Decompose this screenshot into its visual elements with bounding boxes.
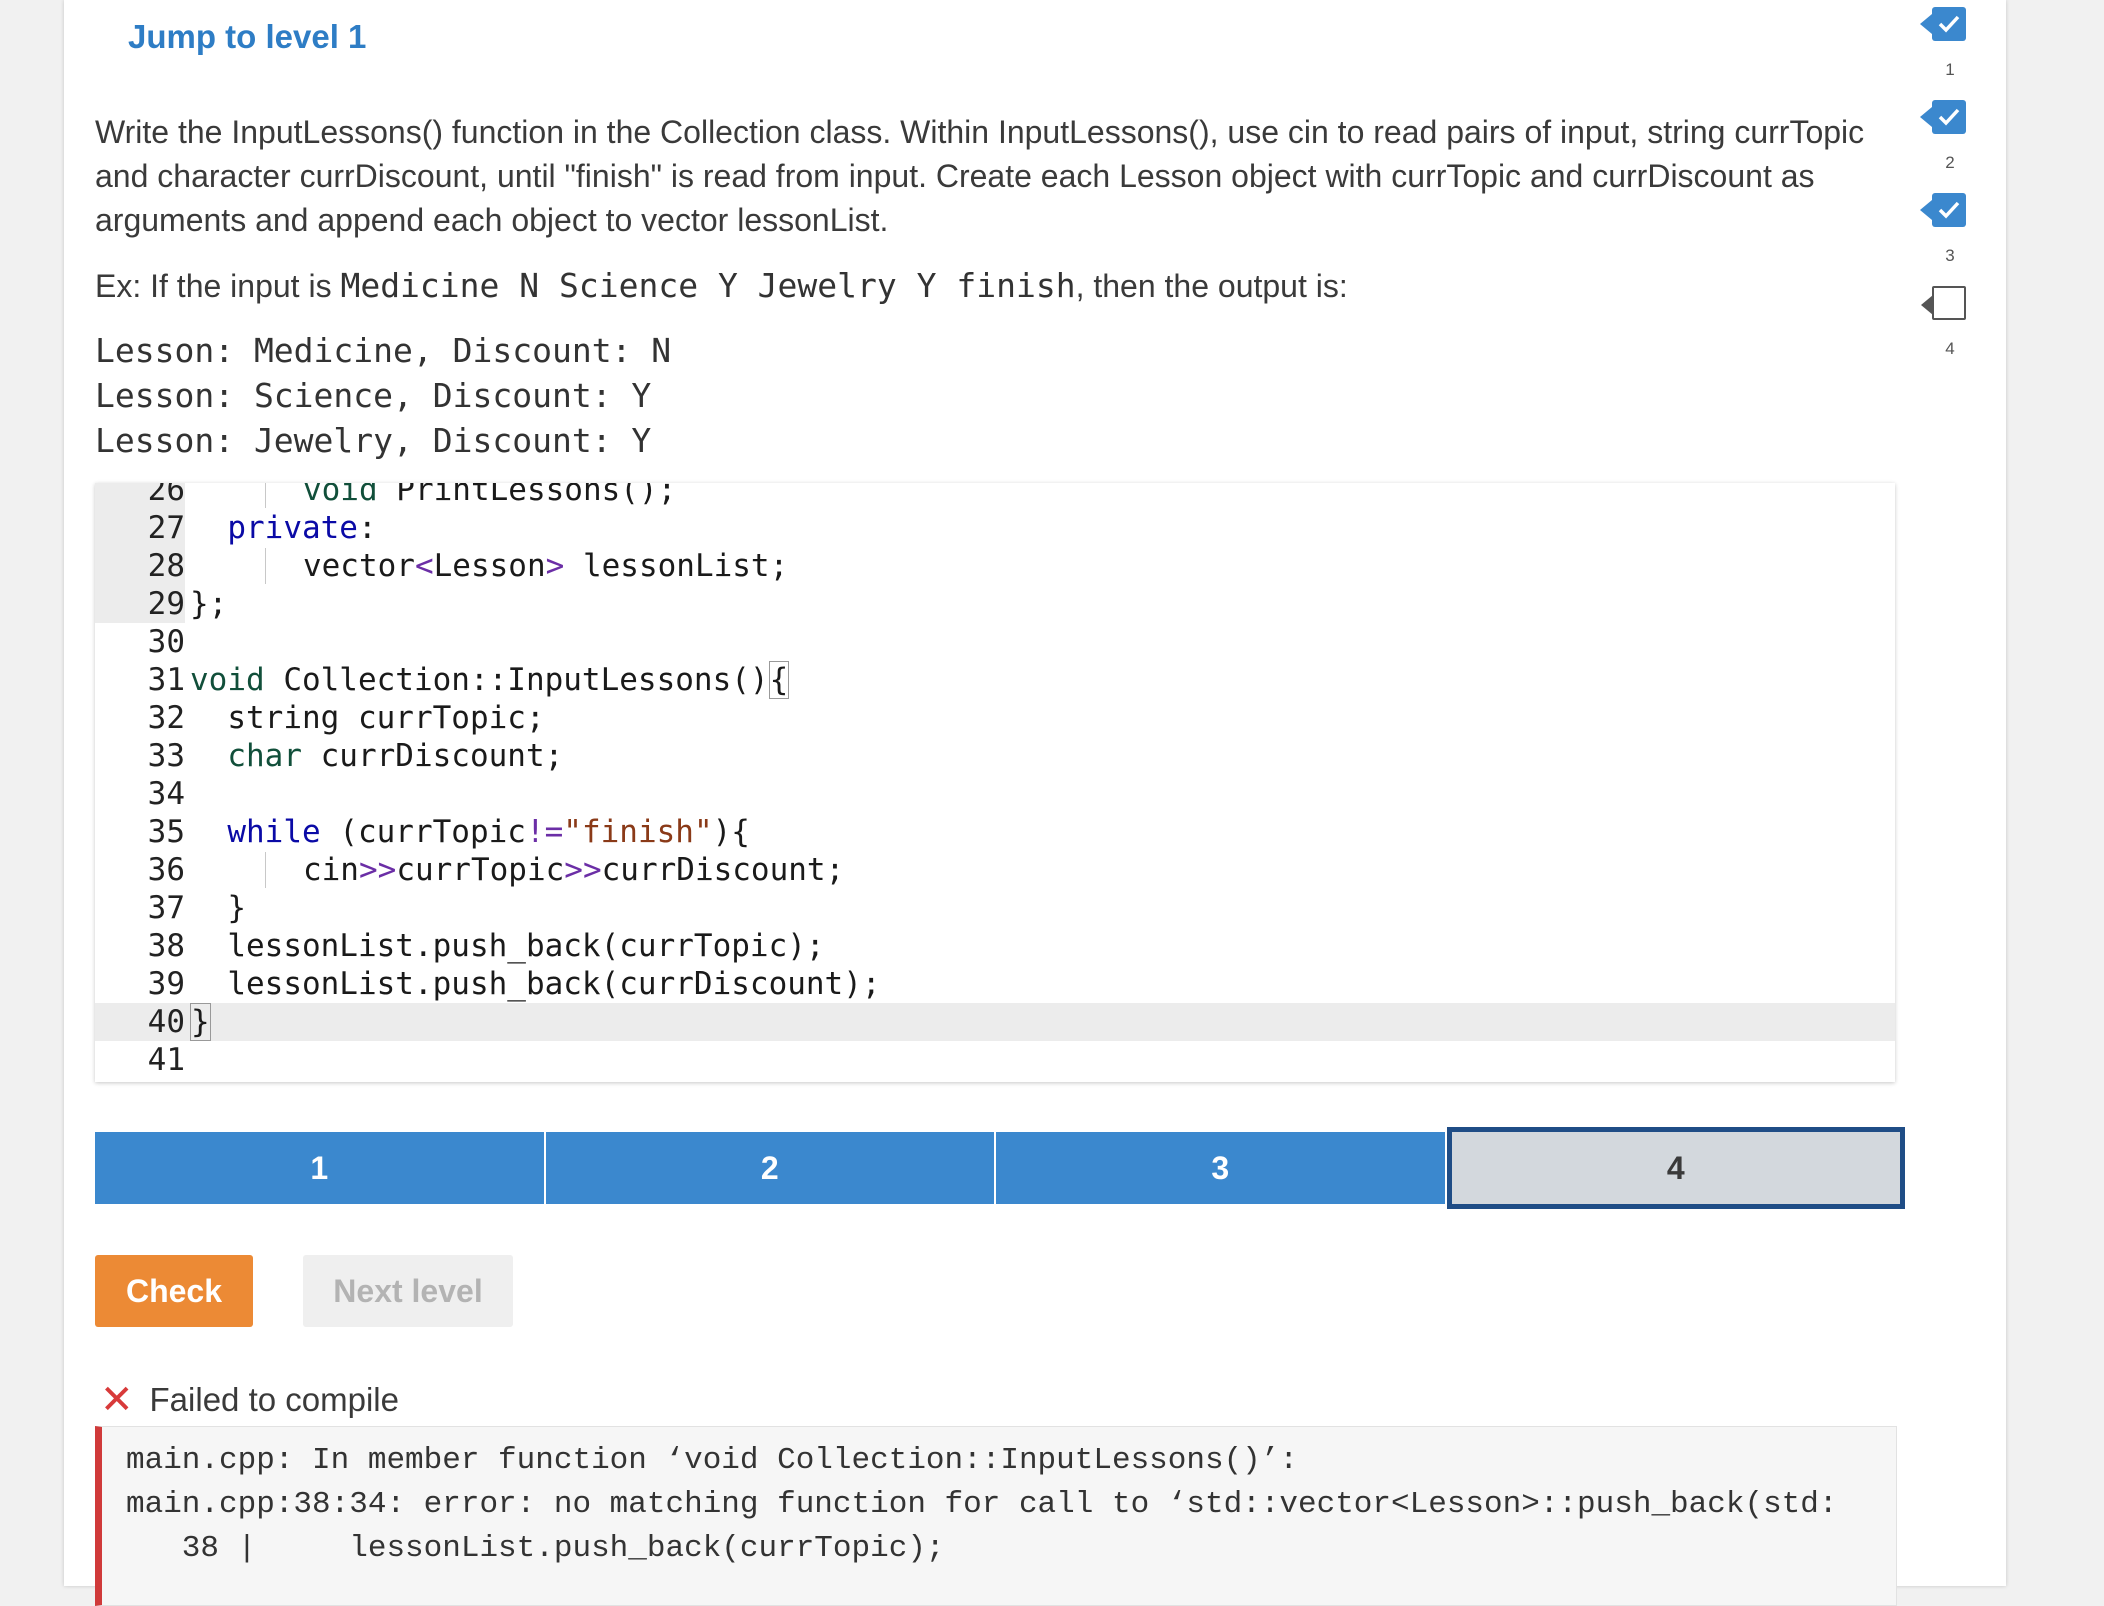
- instructions-text: Write the InputLessons() function in the…: [95, 114, 1865, 238]
- line-number: 35: [147, 814, 185, 850]
- code-line[interactable]: 36 cin>>currTopic>>currDiscount;: [95, 851, 1895, 889]
- code-line[interactable]: 29 };: [95, 585, 1895, 623]
- code-line[interactable]: 31 void Collection::InputLessons(){: [95, 661, 1895, 699]
- code-line[interactable]: 33 char currDiscount;: [95, 737, 1895, 775]
- progress-step-3-checkbox[interactable]: [1920, 193, 1966, 227]
- code-text[interactable]: }: [190, 1003, 211, 1041]
- code-line-active[interactable]: 40 }: [95, 1003, 1895, 1041]
- code-text[interactable]: void Collection::InputLessons(){: [190, 661, 790, 699]
- code-line[interactable]: 28 vector<Lesson> lessonList;: [95, 547, 1895, 585]
- line-number: 31: [147, 662, 185, 698]
- progress-step-1-checkbox[interactable]: [1920, 7, 1966, 41]
- progress-step-label: 1: [1945, 60, 1955, 79]
- code-line[interactable]: 26 void PrintLessons();: [95, 483, 1895, 509]
- code-text[interactable]: string currTopic;: [190, 699, 544, 737]
- line-number: 39: [147, 966, 185, 1002]
- code-line[interactable]: 38 lessonList.push_back(currTopic);: [95, 927, 1895, 965]
- line-number: 28: [95, 547, 185, 585]
- example-output-line: Lesson: Jewelry, Discount: Y: [95, 421, 652, 460]
- line-number: 30: [147, 624, 185, 660]
- progress-step-label: 2: [1945, 153, 1955, 172]
- progress-step-4-checkbox[interactable]: [1921, 286, 1966, 320]
- line-number: 29: [95, 585, 185, 623]
- code-text[interactable]: private:: [190, 509, 376, 547]
- line-number: 26: [95, 483, 185, 509]
- level-segment-2[interactable]: 2: [545, 1132, 996, 1204]
- code-text[interactable]: };: [190, 585, 227, 623]
- code-text[interactable]: while (currTopic!="finish"){: [190, 813, 750, 851]
- line-number: 41: [147, 1042, 185, 1078]
- error-x-icon: ✕: [100, 1378, 134, 1422]
- code-line[interactable]: 37 }: [95, 889, 1895, 927]
- compile-status-text: Failed to compile: [149, 1381, 399, 1418]
- progress-step-2-checkbox[interactable]: [1920, 100, 1966, 134]
- level-segment-4[interactable]: 4: [1446, 1127, 1905, 1209]
- line-number: 33: [147, 738, 185, 774]
- progress-step-label: 3: [1945, 246, 1955, 265]
- code-line[interactable]: 35 while (currTopic!="finish"){: [95, 813, 1895, 851]
- checkmark-icon: [1938, 108, 1960, 126]
- line-number: 37: [147, 890, 185, 926]
- code-line[interactable]: 27 private:: [95, 509, 1895, 547]
- example-output-line: Lesson: Science, Discount: Y: [95, 376, 652, 415]
- error-line: main.cpp:38:34: error: no matching funct…: [126, 1487, 1838, 1522]
- progress-step-label: 4: [1945, 339, 1955, 358]
- compile-status: ✕ Failed to compile: [100, 1380, 399, 1420]
- example-output-line: Lesson: Medicine, Discount: N: [95, 331, 672, 370]
- code-text[interactable]: char currDiscount;: [190, 737, 563, 775]
- code-line[interactable]: 34: [95, 775, 1895, 813]
- example-input: Medicine N Science Y Jewelry Y finish: [340, 266, 1076, 305]
- code-line[interactable]: 39 lessonList.push_back(currDiscount);: [95, 965, 1895, 1003]
- next-level-button[interactable]: Next level: [303, 1255, 513, 1327]
- line-number: 36: [147, 852, 185, 888]
- level-progress-bar: 1 2 3 4: [95, 1127, 1905, 1209]
- example-output: Lesson: Medicine, Discount: N Lesson: Sci…: [95, 328, 671, 463]
- checkmark-icon: [1938, 15, 1960, 33]
- code-text[interactable]: cin>>currTopic>>currDiscount;: [190, 851, 844, 889]
- compiler-error-output: main.cpp: In member function ‘void Colle…: [95, 1426, 1897, 1606]
- example-description: Ex: If the input is Medicine N Science Y…: [95, 264, 1348, 308]
- jump-to-level-link[interactable]: Jump to level 1: [128, 18, 366, 56]
- code-text[interactable]: }: [190, 889, 246, 927]
- code-line[interactable]: 30: [95, 623, 1895, 661]
- error-line: 38 | lessonList.push_back(currTopic);: [126, 1531, 945, 1566]
- level-segment-1[interactable]: 1: [95, 1132, 546, 1204]
- checkmark-icon: [1938, 201, 1960, 219]
- line-number: 40: [147, 1004, 185, 1040]
- example-suffix: , then the output is:: [1075, 268, 1348, 304]
- line-number: 27: [95, 509, 185, 547]
- level-segment-3[interactable]: 3: [996, 1132, 1447, 1204]
- error-line: main.cpp: In member function ‘void Colle…: [126, 1443, 1298, 1478]
- code-text[interactable]: lessonList.push_back(currDiscount);: [190, 965, 880, 1003]
- check-button[interactable]: Check: [95, 1255, 253, 1327]
- code-text[interactable]: lessonList.push_back(currTopic);: [190, 927, 824, 965]
- code-text[interactable]: vector<Lesson> lessonList;: [190, 547, 788, 585]
- line-number: 38: [147, 928, 185, 964]
- code-line[interactable]: 41: [95, 1041, 1895, 1079]
- code-editor[interactable]: 26 void PrintLessons(); 27 private: 28 v…: [95, 483, 1895, 1082]
- example-prefix: Ex: If the input is: [95, 268, 341, 304]
- line-number: 32: [147, 700, 185, 736]
- code-text[interactable]: void PrintLessons();: [190, 483, 676, 509]
- line-number: 34: [147, 776, 185, 812]
- code-line[interactable]: 32 string currTopic;: [95, 699, 1895, 737]
